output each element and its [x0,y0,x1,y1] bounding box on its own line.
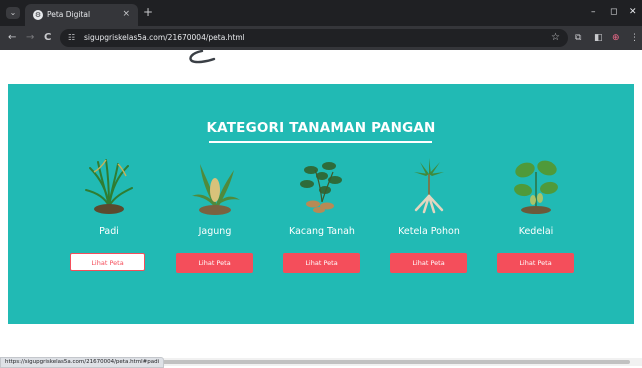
crop-name: Jagung [198,226,232,237]
menu-icon[interactable]: ⋮ [630,31,639,45]
browser-toolbar: ← → C ☷ sigupgriskelas5a.com/21670004/pe… [0,26,642,50]
tab-title: Peta Digital [47,10,91,19]
side-panel-icon[interactable]: ◧ [594,31,603,45]
view-map-button-kedelai[interactable]: Lihat Peta [497,253,574,273]
forward-button[interactable]: → [26,31,34,45]
section-title: KATEGORI TANAMAN PANGAN [206,120,436,136]
view-map-button-ketela-pohon[interactable]: Lihat Peta [390,253,467,273]
crop-category-banner: KATEGORI TANAMAN PANGAN Padi Lihat Peta [8,84,634,324]
rice-plant-icon [85,159,133,214]
view-map-button-jagung[interactable]: Lihat Peta [176,253,253,273]
tab-close-icon[interactable]: × [122,8,130,20]
favicon-icon: ⚙ [33,10,43,20]
soybean-plant-icon [514,160,558,214]
view-map-button-padi[interactable]: Lihat Peta [70,253,145,271]
new-tab-button[interactable]: + [143,6,153,18]
profile-icon[interactable]: ⊕ [612,31,620,45]
browser-tabstrip: ⌄ ⚙ Peta Digital × + – ◻ ✕ [0,0,642,26]
crop-name: Padi [99,226,119,237]
tab-search-icon[interactable]: ⌄ [6,7,20,19]
peanut-plant-icon [300,162,342,213]
corn-plant-icon [192,164,240,215]
page-content: KATEGORI TANAMAN PANGAN Padi Lihat Peta [0,50,642,356]
minimize-button[interactable]: – [591,5,596,19]
scrollbar-thumb[interactable] [150,360,630,364]
back-button[interactable]: ← [8,31,16,45]
close-window-button[interactable]: ✕ [629,5,637,19]
view-map-button-kacang-tanah[interactable]: Lihat Peta [283,253,360,273]
browser-tab[interactable]: ⚙ Peta Digital × [25,4,138,26]
crop-name: Kacang Tanah [289,226,355,237]
star-icon[interactable]: ☆ [551,31,560,45]
address-bar[interactable]: ☷ sigupgriskelas5a.com/21670004/peta.htm… [60,29,568,47]
reload-button[interactable]: C [44,31,51,45]
logo-fragment-icon [189,50,216,64]
cassava-plant-icon [414,158,444,214]
status-bar-url: https://sigupgriskelas5a.com/21670004/pe… [0,357,165,368]
crop-name: Ketela Pohon [398,226,460,237]
url-text[interactable]: sigupgriskelas5a.com/21670004/peta.html [84,32,245,44]
title-underline [209,141,432,143]
maximize-button[interactable]: ◻ [610,5,617,19]
extensions-icon[interactable]: ⧉ [575,31,581,45]
site-info-icon[interactable]: ☷ [68,32,75,44]
crop-name: Kedelai [518,226,554,237]
